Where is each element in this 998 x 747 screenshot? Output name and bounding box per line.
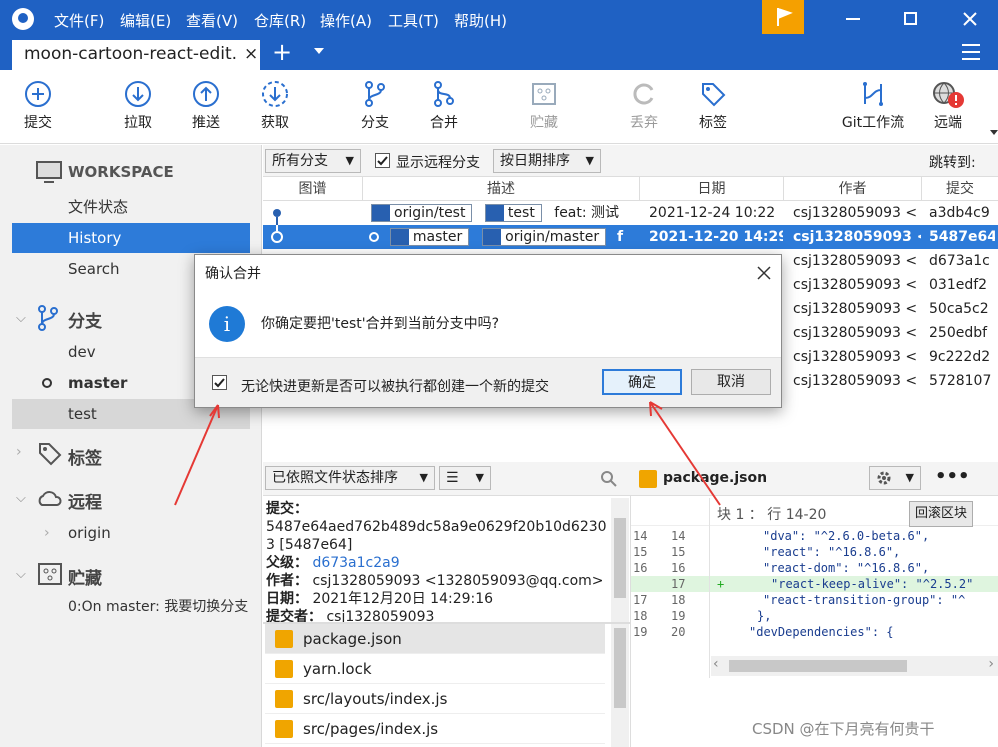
watermark: CSDN @在下月亮有何贵干 bbox=[752, 720, 935, 738]
annotation-arrow-head bbox=[209, 404, 220, 419]
annotation-arrow-head bbox=[649, 401, 663, 417]
annotation-arrows bbox=[174, 401, 721, 506]
annotation-arrow bbox=[649, 401, 721, 506]
annotation-arrow bbox=[174, 404, 219, 506]
